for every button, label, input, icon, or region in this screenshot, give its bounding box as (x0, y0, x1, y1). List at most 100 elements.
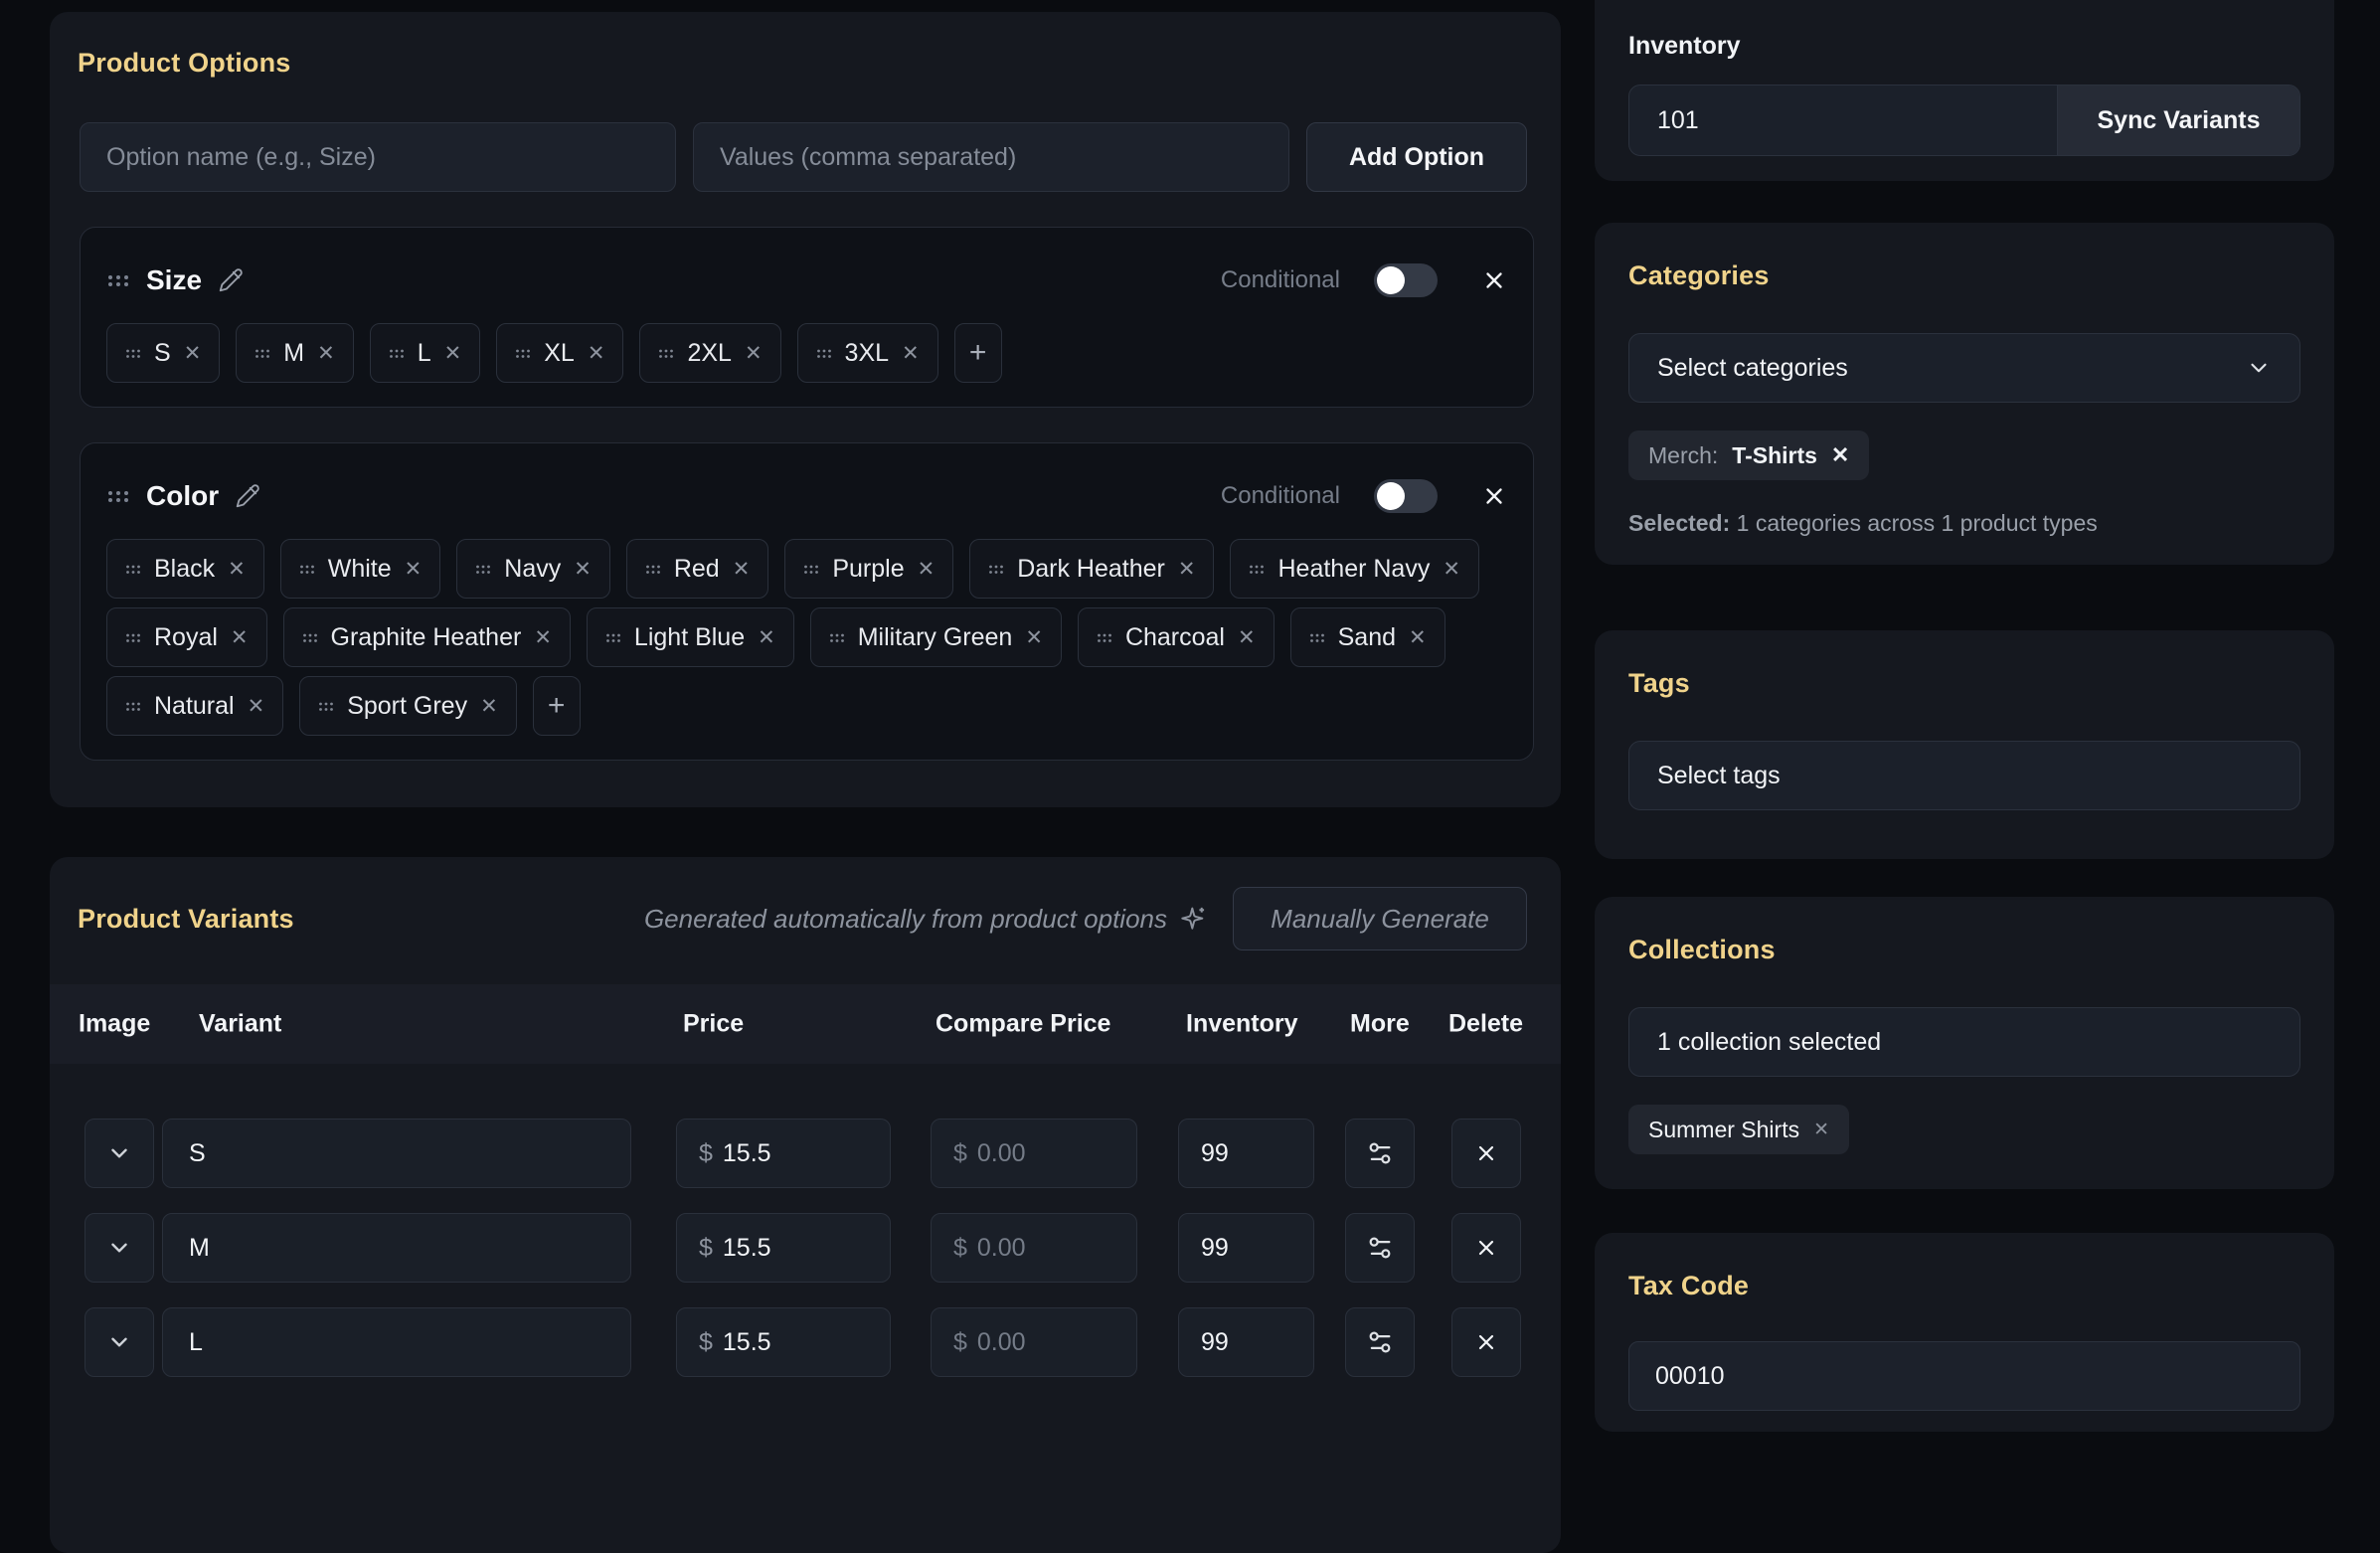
remove-category-icon[interactable]: ✕ (1831, 442, 1849, 468)
option-values-input[interactable] (693, 122, 1289, 192)
expand-row-button[interactable] (85, 1119, 154, 1188)
tax-code-input[interactable] (1628, 1341, 2300, 1411)
variant-compare-price-field[interactable]: $ 0.00 (931, 1307, 1137, 1377)
variant-name-field[interactable] (162, 1119, 631, 1188)
add-option-button[interactable]: Add Option (1306, 122, 1527, 192)
add-value-button[interactable]: + (954, 323, 1002, 383)
drag-handle-icon[interactable] (299, 563, 315, 576)
variant-inventory-field[interactable] (1178, 1213, 1314, 1283)
variant-price-field[interactable]: $ 15.5 (676, 1307, 891, 1377)
variant-more-button[interactable] (1345, 1119, 1415, 1188)
option-value-chip[interactable]: Charcoal ✕ (1078, 607, 1275, 667)
drag-handle-icon[interactable] (475, 563, 491, 576)
remove-value-icon[interactable]: ✕ (480, 694, 498, 719)
remove-value-icon[interactable]: ✕ (918, 557, 935, 582)
drag-handle-icon[interactable] (658, 347, 674, 360)
variant-name-input[interactable] (163, 1234, 630, 1263)
add-value-button[interactable]: + (533, 676, 581, 736)
option-value-chip[interactable]: Red ✕ (626, 539, 768, 599)
option-value-chip[interactable]: White ✕ (280, 539, 441, 599)
variant-more-button[interactable] (1345, 1307, 1415, 1377)
variant-price-field[interactable]: $ 15.5 (676, 1119, 891, 1188)
remove-value-icon[interactable]: ✕ (534, 625, 552, 650)
option-value-chip[interactable]: S ✕ (106, 323, 220, 383)
variant-inventory-field[interactable] (1178, 1119, 1314, 1188)
inventory-input[interactable] (1629, 86, 2057, 155)
drag-handle-icon[interactable] (106, 271, 130, 289)
remove-option-icon[interactable] (1481, 267, 1507, 293)
variant-inventory-field[interactable] (1178, 1307, 1314, 1377)
collections-select[interactable]: 1 collection selected (1628, 1007, 2300, 1077)
drag-handle-icon[interactable] (515, 347, 531, 360)
expand-row-button[interactable] (85, 1213, 154, 1283)
remove-value-icon[interactable]: ✕ (745, 341, 763, 366)
option-name-input[interactable] (80, 122, 676, 192)
drag-handle-icon[interactable] (605, 631, 621, 644)
drag-handle-icon[interactable] (816, 347, 832, 360)
option-value-chip[interactable]: Light Blue ✕ (587, 607, 794, 667)
variant-name-field[interactable] (162, 1307, 631, 1377)
drag-handle-icon[interactable] (1097, 631, 1112, 644)
remove-value-icon[interactable]: ✕ (902, 341, 920, 366)
variant-delete-button[interactable] (1451, 1307, 1521, 1377)
remove-value-icon[interactable]: ✕ (248, 694, 265, 719)
drag-handle-icon[interactable] (125, 347, 141, 360)
option-value-chip[interactable]: Graphite Heather ✕ (283, 607, 571, 667)
option-value-chip[interactable]: Navy ✕ (456, 539, 610, 599)
drag-handle-icon[interactable] (1309, 631, 1325, 644)
drag-handle-icon[interactable] (125, 563, 141, 576)
remove-value-icon[interactable]: ✕ (228, 557, 246, 582)
option-value-chip[interactable]: Purple ✕ (784, 539, 953, 599)
drag-handle-icon[interactable] (125, 631, 141, 644)
drag-handle-icon[interactable] (803, 563, 819, 576)
edit-pencil-icon[interactable] (218, 267, 244, 293)
expand-row-button[interactable] (85, 1307, 154, 1377)
option-value-chip[interactable]: Royal ✕ (106, 607, 267, 667)
drag-handle-icon[interactable] (255, 347, 270, 360)
variant-compare-price-field[interactable]: $ 0.00 (931, 1119, 1137, 1188)
option-value-chip[interactable]: Heather Navy ✕ (1230, 539, 1478, 599)
variant-compare-price-field[interactable]: $ 0.00 (931, 1213, 1137, 1283)
remove-value-icon[interactable]: ✕ (758, 625, 775, 650)
variant-delete-button[interactable] (1451, 1119, 1521, 1188)
drag-handle-icon[interactable] (318, 700, 334, 713)
remove-collection-icon[interactable]: ✕ (1813, 1119, 1829, 1141)
variant-inventory-input[interactable] (1179, 1234, 1313, 1263)
collection-chip[interactable]: Summer Shirts ✕ (1628, 1105, 1849, 1154)
conditional-toggle[interactable] (1374, 263, 1438, 297)
remove-value-icon[interactable]: ✕ (405, 557, 423, 582)
drag-handle-icon[interactable] (302, 631, 318, 644)
option-value-chip[interactable]: Military Green ✕ (810, 607, 1062, 667)
variant-price-field[interactable]: $ 15.5 (676, 1213, 891, 1283)
variant-name-input[interactable] (163, 1139, 630, 1168)
drag-handle-icon[interactable] (829, 631, 845, 644)
manually-generate-button[interactable]: Manually Generate (1233, 887, 1527, 950)
remove-value-icon[interactable]: ✕ (1443, 557, 1460, 582)
option-value-chip[interactable]: Black ✕ (106, 539, 264, 599)
variant-more-button[interactable] (1345, 1213, 1415, 1283)
drag-handle-icon[interactable] (389, 347, 405, 360)
remove-value-icon[interactable]: ✕ (184, 341, 202, 366)
drag-handle-icon[interactable] (645, 563, 661, 576)
tags-select[interactable]: Select tags (1628, 741, 2300, 810)
option-value-chip[interactable]: 2XL ✕ (639, 323, 780, 383)
remove-value-icon[interactable]: ✕ (444, 341, 462, 366)
drag-handle-icon[interactable] (125, 700, 141, 713)
remove-value-icon[interactable]: ✕ (1025, 625, 1043, 650)
sync-variants-button[interactable]: Sync Variants (2057, 86, 2299, 155)
option-value-chip[interactable]: Sand ✕ (1290, 607, 1445, 667)
variant-delete-button[interactable] (1451, 1213, 1521, 1283)
remove-value-icon[interactable]: ✕ (317, 341, 335, 366)
remove-option-icon[interactable] (1481, 483, 1507, 509)
remove-value-icon[interactable]: ✕ (231, 625, 249, 650)
remove-value-icon[interactable]: ✕ (574, 557, 592, 582)
option-value-chip[interactable]: M ✕ (236, 323, 353, 383)
variant-name-field[interactable] (162, 1213, 631, 1283)
edit-pencil-icon[interactable] (235, 483, 260, 509)
drag-handle-icon[interactable] (988, 563, 1004, 576)
remove-value-icon[interactable]: ✕ (733, 557, 751, 582)
categories-select[interactable]: Select categories (1628, 333, 2300, 403)
remove-value-icon[interactable]: ✕ (1238, 625, 1256, 650)
conditional-toggle[interactable] (1374, 479, 1438, 513)
remove-value-icon[interactable]: ✕ (588, 341, 605, 366)
